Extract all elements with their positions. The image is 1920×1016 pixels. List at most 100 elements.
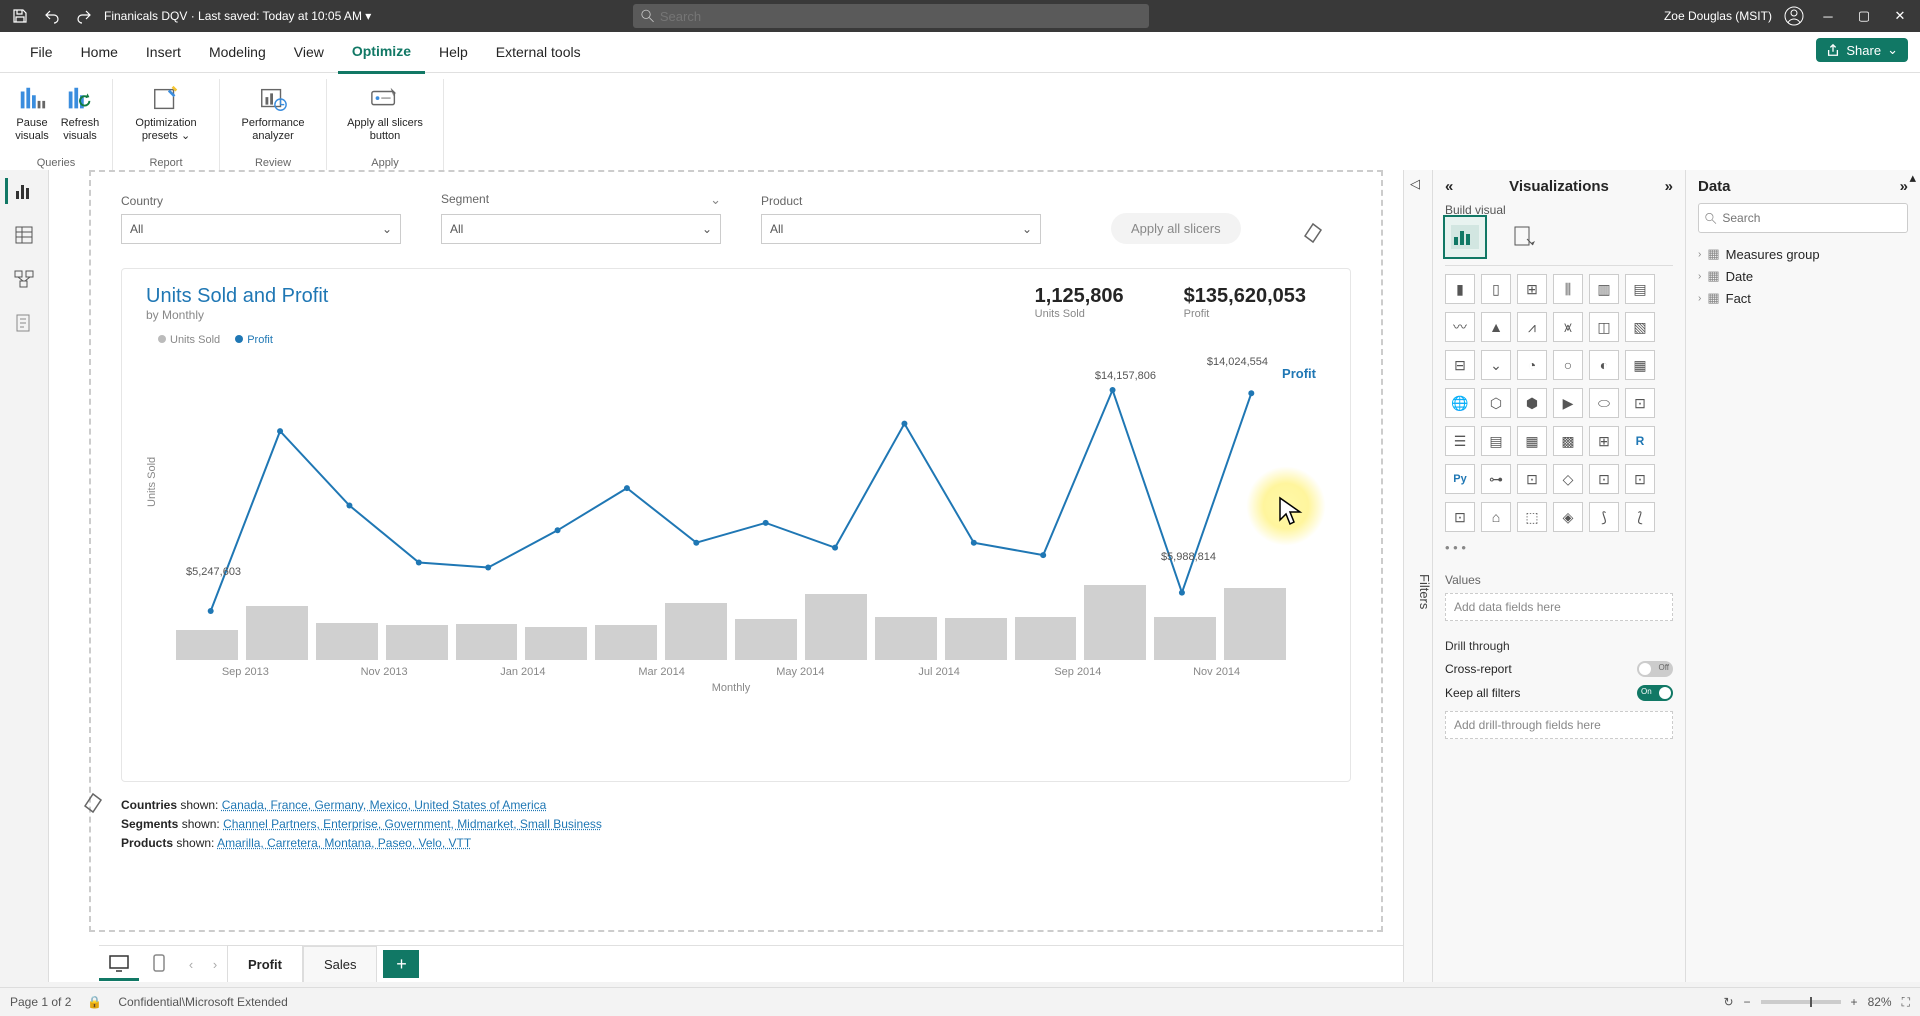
mobile-layout-icon[interactable] <box>139 948 179 981</box>
tree-item-fact[interactable]: ›▦Fact <box>1698 287 1908 309</box>
data-view-icon[interactable] <box>11 222 37 248</box>
tab-modeling[interactable]: Modeling <box>195 32 280 72</box>
viz-type-icon[interactable]: ▶ <box>1553 388 1583 418</box>
tree-item-measures[interactable]: ›▦Measures group <box>1698 243 1908 265</box>
save-icon[interactable] <box>8 4 32 28</box>
viz-type-icon[interactable]: ⊡ <box>1517 464 1547 494</box>
viz-type-icon[interactable]: ▦ <box>1517 426 1547 456</box>
viz-type-icon[interactable]: ▥ <box>1589 274 1619 304</box>
global-search[interactable] <box>633 4 1149 28</box>
tab-home[interactable]: Home <box>67 32 132 72</box>
collapse-icon[interactable]: « <box>1445 178 1453 195</box>
pause-visuals-button[interactable]: Pause visuals <box>8 79 56 143</box>
viz-type-icon[interactable]: ⬚ <box>1517 502 1547 532</box>
chevron-down-icon[interactable]: ⌄ <box>710 192 721 208</box>
build-visual-icon[interactable] <box>1445 217 1485 257</box>
viz-type-icon[interactable]: ⊞ <box>1589 426 1619 456</box>
viz-type-icon[interactable]: ◇ <box>1553 464 1583 494</box>
expand-icon[interactable]: » <box>1665 178 1673 195</box>
eraser-icon[interactable] <box>81 788 107 814</box>
tree-item-date[interactable]: ›▦Date <box>1698 265 1908 287</box>
scrollbar[interactable]: ▴ <box>1904 170 1918 982</box>
drill-through-field-well[interactable]: Add drill-through fields here <box>1445 711 1673 739</box>
values-field-well[interactable]: Add data fields here <box>1445 593 1673 621</box>
viz-type-icon[interactable]: ◐ <box>1589 350 1619 380</box>
more-visuals-icon[interactable]: • • • <box>1445 540 1673 555</box>
next-sheet-icon[interactable]: › <box>203 957 227 972</box>
data-search[interactable] <box>1698 203 1908 233</box>
slicer-product[interactable]: Product All⌄ <box>761 193 1041 244</box>
viz-type-icon[interactable]: ☰ <box>1445 426 1475 456</box>
viz-type-icon[interactable]: ◫ <box>1589 312 1619 342</box>
tab-optimize[interactable]: Optimize <box>338 31 425 74</box>
viz-type-icon[interactable]: ⬭ <box>1589 388 1619 418</box>
sheet-tab-profit[interactable]: Profit <box>227 945 303 982</box>
desktop-layout-icon[interactable] <box>99 948 139 981</box>
search-input[interactable] <box>658 8 1141 25</box>
chart-plot[interactable]: Units Sold Profit $5,247,603 $14,157,806… <box>176 356 1286 686</box>
viz-type-icon[interactable]: ⊞ <box>1517 274 1547 304</box>
performance-analyzer-button[interactable]: Performance analyzer <box>228 79 318 143</box>
viz-type-icon[interactable]: ⊡ <box>1625 388 1655 418</box>
fit-page-icon[interactable]: ⛶ <box>1902 995 1910 1010</box>
viz-type-icon[interactable]: ⬡ <box>1481 388 1511 418</box>
optimization-presets-button[interactable]: Optimization presets ⌄ <box>121 79 211 143</box>
zoom-level[interactable]: 82% <box>1868 995 1892 1009</box>
viz-type-icon[interactable]: ◔ <box>1517 350 1547 380</box>
report-page[interactable]: Country All⌄ Segment⌄ All⌄ Product All⌄ … <box>89 170 1383 932</box>
viz-type-icon[interactable]: ○ <box>1553 350 1583 380</box>
tab-file[interactable]: File <box>16 32 67 72</box>
user-avatar-icon[interactable] <box>1784 6 1804 26</box>
dax-view-icon[interactable] <box>11 310 37 336</box>
viz-type-icon[interactable]: ⫼ <box>1553 274 1583 304</box>
tab-view[interactable]: View <box>280 32 338 72</box>
viz-type-icon[interactable]: ▯ <box>1481 274 1511 304</box>
viz-type-icon[interactable]: ▧ <box>1625 312 1655 342</box>
filters-pane-collapsed[interactable]: ◁ Filters <box>1403 170 1433 982</box>
viz-type-icon[interactable]: ◈ <box>1553 502 1583 532</box>
tab-external-tools[interactable]: External tools <box>482 32 595 72</box>
keep-filters-toggle[interactable]: On <box>1637 685 1673 701</box>
model-view-icon[interactable] <box>11 266 37 292</box>
apply-slicers-button-ribbon[interactable]: Apply all slicers button <box>335 79 435 143</box>
zoom-slider[interactable] <box>1761 1000 1841 1004</box>
viz-type-icon[interactable]: ⊡ <box>1445 502 1475 532</box>
viz-type-icon[interactable]: ▩ <box>1553 426 1583 456</box>
minimize-icon[interactable]: ─ <box>1816 4 1840 28</box>
viz-type-icon[interactable]: ▦ <box>1625 350 1655 380</box>
zoom-in-button[interactable]: + <box>1851 995 1858 1009</box>
report-view-icon[interactable] <box>5 178 37 204</box>
viz-type-icon[interactable]: ⊡ <box>1589 464 1619 494</box>
format-visual-icon[interactable] <box>1505 217 1545 257</box>
close-icon[interactable]: ✕ <box>1888 4 1912 28</box>
undo-icon[interactable] <box>40 4 64 28</box>
viz-type-icon[interactable]: ▲ <box>1481 312 1511 342</box>
viz-type-icon[interactable]: ⟅ <box>1625 502 1655 532</box>
viz-type-icon[interactable]: ⊶ <box>1481 464 1511 494</box>
slicer-segment[interactable]: Segment⌄ All⌄ <box>441 192 721 244</box>
viz-type-icon[interactable]: R <box>1625 426 1655 456</box>
viz-type-icon[interactable]: 〰 <box>1445 312 1475 342</box>
prev-sheet-icon[interactable]: ‹ <box>179 957 203 972</box>
chart-visual[interactable]: Units Sold and Profit by Monthly 1,125,8… <box>121 268 1351 782</box>
redo-icon[interactable] <box>72 4 96 28</box>
cross-report-toggle[interactable]: Off <box>1637 661 1673 677</box>
viz-type-icon[interactable]: ⊟ <box>1445 350 1475 380</box>
tab-insert[interactable]: Insert <box>132 32 195 72</box>
viz-type-icon[interactable]: Py <box>1445 464 1475 494</box>
viz-type-icon[interactable]: ▤ <box>1625 274 1655 304</box>
viz-type-icon[interactable]: ▮ <box>1445 274 1475 304</box>
apply-slicers-button[interactable]: Apply all slicers <box>1111 213 1241 244</box>
zoom-out-button[interactable]: − <box>1744 995 1751 1009</box>
tab-help[interactable]: Help <box>425 32 482 72</box>
refresh-visuals-button[interactable]: Refresh visuals <box>56 79 104 143</box>
restore-icon[interactable]: ▢ <box>1852 4 1876 28</box>
share-button[interactable]: Share ⌄ <box>1816 38 1908 62</box>
update-available-icon[interactable]: ↻ <box>1723 995 1733 1009</box>
viz-type-icon[interactable]: ⬢ <box>1517 388 1547 418</box>
sheet-tab-sales[interactable]: Sales <box>303 946 378 983</box>
slicer-country[interactable]: Country All⌄ <box>121 193 401 244</box>
viz-type-icon[interactable]: ⩘ <box>1517 312 1547 342</box>
viz-type-icon[interactable]: ⩙ <box>1553 312 1583 342</box>
eraser-icon[interactable] <box>1301 218 1327 244</box>
